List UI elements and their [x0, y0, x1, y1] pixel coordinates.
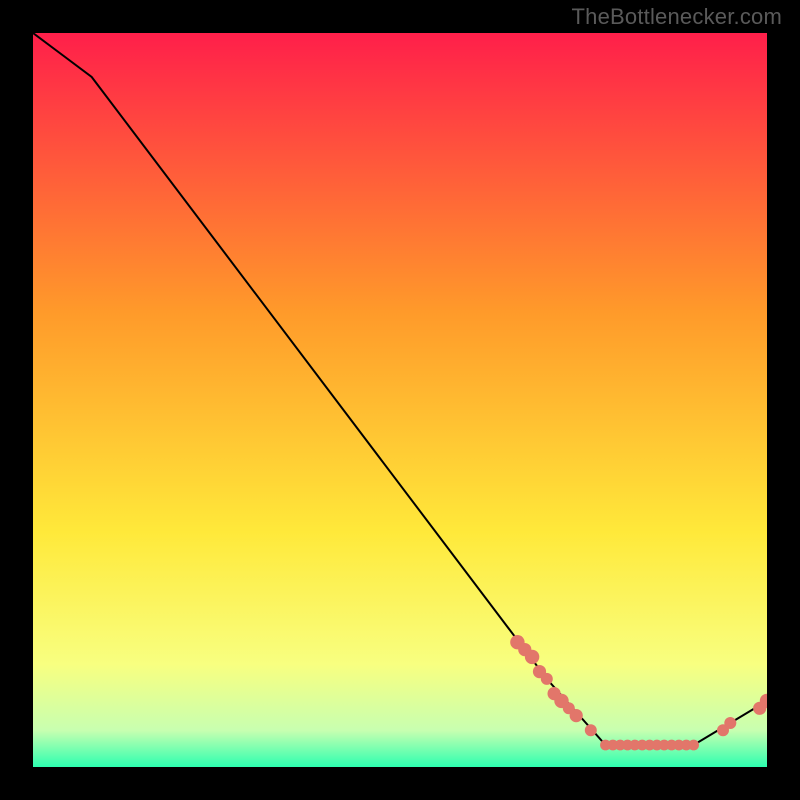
- data-marker: [541, 673, 553, 685]
- data-marker: [525, 650, 539, 664]
- chart-svg: [33, 33, 767, 767]
- data-marker: [570, 709, 583, 722]
- data-marker: [724, 717, 736, 729]
- chart-stage: TheBottlenecker.com: [0, 0, 800, 800]
- watermark-text: TheBottlenecker.com: [572, 4, 782, 30]
- plot-area: [33, 33, 767, 767]
- data-marker: [585, 724, 597, 736]
- data-marker: [688, 740, 699, 751]
- gradient-background: [33, 33, 767, 767]
